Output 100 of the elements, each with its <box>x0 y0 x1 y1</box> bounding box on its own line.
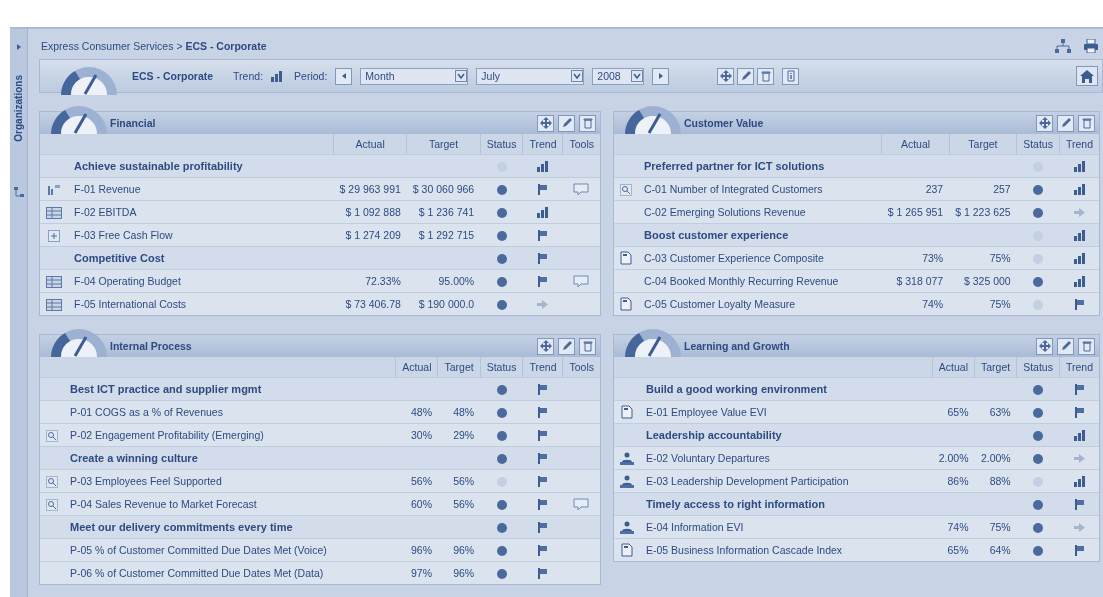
people-icon <box>620 474 634 488</box>
measure-name[interactable]: P-03 Employees Feel Supported <box>64 469 396 493</box>
move-arrows-icon <box>719 70 732 82</box>
info-button[interactable] <box>782 67 800 85</box>
plus-icon <box>48 229 60 242</box>
column-header: Target <box>949 134 1017 155</box>
column-header: Status <box>480 134 523 155</box>
people-icon <box>620 451 634 465</box>
hierarchy-icon[interactable] <box>1055 39 1071 53</box>
target-value: 64% <box>974 538 1017 561</box>
period-select[interactable]: Month <box>360 67 469 85</box>
panel-title: Customer Value <box>684 117 765 129</box>
actual-value: 96% <box>395 538 438 562</box>
objective-title: Preferred partner for ICT solutions <box>638 154 882 178</box>
delete-button[interactable] <box>1078 114 1095 132</box>
move-button[interactable] <box>537 114 554 132</box>
info-icon <box>784 70 797 82</box>
edit-button[interactable] <box>558 114 575 132</box>
magnifier-icon <box>46 429 58 442</box>
panel-title: Internal Process <box>110 340 193 352</box>
document-icon <box>621 543 633 558</box>
panel-title: Financial <box>110 117 157 129</box>
target-value: 75% <box>974 515 1017 539</box>
table-icon <box>46 275 62 288</box>
home-icon <box>1080 69 1094 83</box>
period-select[interactable]: July <box>476 67 585 85</box>
move-button[interactable] <box>1036 114 1053 132</box>
magnifier-icon <box>46 475 58 488</box>
caret-icon <box>571 70 584 82</box>
pencil-icon <box>1059 117 1072 129</box>
measure-name[interactable]: F-05 International Costs <box>68 292 334 315</box>
column-header: Actual <box>333 134 407 155</box>
column-header: Status <box>480 357 523 378</box>
target-value: $ 30 060 966 <box>406 177 481 201</box>
measure-name[interactable]: C-04 Booked Monthly Recurring Revenue <box>638 269 882 293</box>
target-value: 96% <box>437 538 481 562</box>
measure-name[interactable]: C-01 Number of Integrated Customers <box>638 177 882 201</box>
magnifier-icon <box>620 183 632 196</box>
target-value: 56% <box>437 469 481 493</box>
target-value: $ 325 000 <box>949 269 1017 293</box>
document-icon <box>620 297 632 312</box>
measure-name[interactable]: E-02 Voluntary Departures <box>640 446 933 470</box>
prev-button[interactable] <box>335 67 353 85</box>
measure-name[interactable]: P-01 COGS as a % of Revenues <box>64 400 396 424</box>
column-header: Trend <box>522 134 563 155</box>
trash-icon <box>581 117 594 129</box>
pencil-icon <box>739 70 752 82</box>
actual-value: 74% <box>932 515 975 539</box>
period-select[interactable]: 2008 <box>592 67 645 85</box>
panel-title: Learning and Growth <box>684 340 791 352</box>
actual-value: 73% <box>881 246 950 270</box>
measure-name[interactable]: C-05 Customer Loyalty Measure <box>638 292 882 315</box>
actual-value: 65% <box>932 538 975 561</box>
target-value: 95.00% <box>406 269 481 293</box>
column-header: Status <box>1016 134 1060 155</box>
column-header: Target <box>437 357 481 378</box>
print-icon[interactable] <box>1083 39 1099 53</box>
target-value: 257 <box>949 177 1017 201</box>
side-tab-label[interactable]: Organizations <box>13 75 24 142</box>
pencil-icon <box>1059 340 1072 352</box>
actual-value: 2.00% <box>932 446 975 470</box>
target-value: 75% <box>949 246 1017 270</box>
edit-button[interactable] <box>737 67 755 85</box>
measure-name[interactable]: P-06 % of Customer Committed Due Dates Met (Data) <box>64 561 396 584</box>
measure-name[interactable]: E-05 Business Information Cascade Index <box>640 538 933 561</box>
delete-button[interactable] <box>579 337 596 355</box>
column-header: Trend <box>1059 134 1099 155</box>
column-header: Trend <box>522 357 563 378</box>
target-value: 75% <box>949 292 1017 315</box>
delete-button[interactable] <box>579 114 596 132</box>
move-arrows-icon <box>1038 340 1051 352</box>
measure-name[interactable]: F-04 Operating Budget <box>68 269 334 293</box>
column-header: Status <box>1016 357 1060 378</box>
edit-button[interactable] <box>1057 337 1074 355</box>
measure-name[interactable]: C-03 Customer Experience Composite <box>638 246 882 270</box>
edit-button[interactable] <box>1057 114 1074 132</box>
move-button[interactable] <box>1036 337 1053 355</box>
scorecard-title: ECS - Corporate <box>132 70 214 82</box>
column-header: Actual <box>932 357 975 378</box>
objective-title: Achieve sustainable profitability <box>68 154 334 178</box>
document-icon <box>621 405 633 420</box>
actual-value: 97% <box>395 561 438 584</box>
edit-button[interactable] <box>558 337 575 355</box>
side-tab[interactable]: Organizations <box>10 29 28 597</box>
move-button[interactable] <box>537 337 554 355</box>
actual-value: 48% <box>395 400 438 424</box>
trash-icon <box>759 70 772 82</box>
target-value: 48% <box>437 400 481 424</box>
measure-name[interactable]: F-01 Revenue <box>68 177 334 201</box>
table-icon <box>46 206 62 219</box>
next-button[interactable] <box>652 67 670 85</box>
measure-name[interactable]: P-05 % of Customer Committed Due Dates Met (Voice) <box>64 538 396 562</box>
delete-button[interactable] <box>757 67 775 85</box>
move-button[interactable] <box>717 67 735 85</box>
caret-icon <box>455 70 468 82</box>
document-icon <box>620 251 632 266</box>
delete-button[interactable] <box>1078 337 1095 355</box>
home-button[interactable] <box>1076 66 1098 86</box>
measure-name[interactable]: F-02 EBITDA <box>68 200 334 224</box>
measure-name[interactable]: E-04 Information EVI <box>640 515 933 539</box>
